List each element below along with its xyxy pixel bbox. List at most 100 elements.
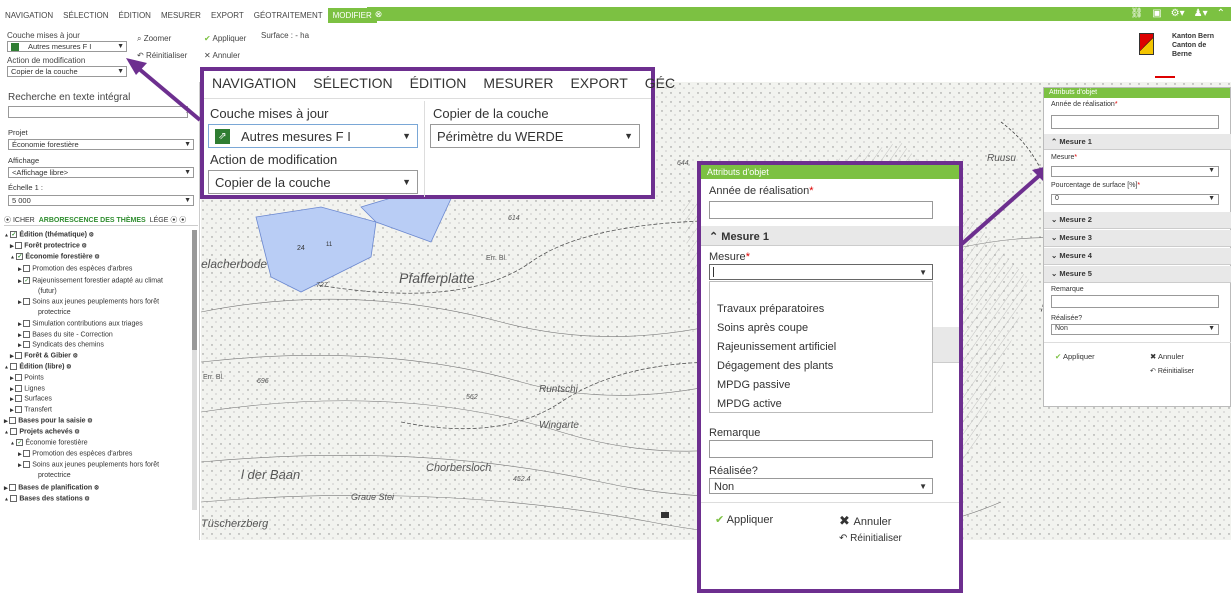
- gear-icon[interactable]: ⚙: [93, 254, 99, 260]
- remark-input[interactable]: [709, 440, 933, 458]
- tree-item[interactable]: ▶ Surfaces: [10, 395, 52, 402]
- menu-geotraitement[interactable]: GÉOTRAITEMENT: [249, 8, 328, 23]
- checkbox-checked[interactable]: ✓: [16, 439, 24, 446]
- tree-item[interactable]: ▶ Bases de planification ⚙: [4, 484, 99, 491]
- zoom-menu-navigation[interactable]: NAVIGATION: [212, 75, 296, 91]
- measure-option[interactable]: Dégagement des plants: [717, 360, 833, 372]
- search-icon[interactable]: ⌕: [186, 105, 192, 116]
- measure-option[interactable]: MPDG active: [717, 398, 782, 410]
- measure1-section[interactable]: ⌃ Mesure 1: [1044, 134, 1231, 150]
- zoom-layer-select[interactable]: ⇗ Autres mesures F I ▼: [208, 124, 418, 148]
- tree-item[interactable]: ▶ Bases du site - Correction: [18, 331, 113, 338]
- menu-modifier[interactable]: MODIFIER: [327, 8, 377, 23]
- measure3-section[interactable]: ⌄ Mesure 3: [1044, 230, 1231, 247]
- measure5-section[interactable]: ⌄ Mesure 5: [1044, 266, 1231, 283]
- close-tab-icon[interactable]: ⊗: [373, 8, 385, 23]
- display-select[interactable]: <Affichage libre> ▼: [8, 167, 194, 178]
- menu-selection[interactable]: SÉLECTION: [58, 8, 113, 23]
- measure2-section[interactable]: ⌄ Mesure 2: [1044, 212, 1231, 229]
- tree-item[interactable]: ▶ Points: [10, 374, 44, 381]
- tree-item[interactable]: ▶ Forêt protectrice ⚙: [10, 242, 87, 249]
- tree-item[interactable]: ▶ Bases pour la saisie ⚙: [4, 417, 93, 424]
- checkbox[interactable]: [23, 265, 31, 272]
- tree-item[interactable]: ▶ Soins aux jeunes peuplements hors forê…: [18, 298, 159, 305]
- tree-item[interactable]: protectrice: [38, 309, 71, 316]
- checkbox[interactable]: [15, 406, 23, 413]
- chevron-right-icon[interactable]: ⦿ ⦿: [168, 217, 186, 224]
- tree-item[interactable]: ▲ ✓ Édition (thématique) ⚙: [4, 231, 94, 238]
- tree-item[interactable]: ▶ Simulation contributions aux triages: [18, 320, 143, 327]
- reset-button[interactable]: ↶ Réinitialiser: [1150, 367, 1194, 375]
- checkbox[interactable]: [15, 374, 23, 381]
- done-select[interactable]: Non ▼: [1051, 324, 1219, 335]
- action-select[interactable]: Copier de la couche ▼: [7, 66, 127, 77]
- zoom-button[interactable]: ⌕ Zoomer: [137, 34, 171, 44]
- layer-select[interactable]: Autres mesures F I ▼: [7, 41, 127, 52]
- checkbox[interactable]: [15, 352, 23, 359]
- gear-icon[interactable]: ⚙: [86, 418, 92, 424]
- tree-item[interactable]: ▲ Projets achevés ⚙: [4, 428, 80, 435]
- zoom-menu-selection[interactable]: SÉLECTION: [313, 75, 392, 91]
- checkbox[interactable]: [9, 417, 17, 424]
- year-input[interactable]: [709, 201, 933, 219]
- zoom-copy-select[interactable]: Périmètre du WERDE ▼: [430, 124, 640, 148]
- reset-button[interactable]: ↶ Réinitialiser: [839, 533, 902, 544]
- project-select[interactable]: Économie forestière ▼: [8, 139, 194, 150]
- checkbox-checked[interactable]: ✓: [10, 231, 18, 238]
- tree-item[interactable]: ▶ Promotion des espèces d'arbres: [18, 450, 132, 457]
- measure-select[interactable]: ▼: [1051, 166, 1219, 177]
- measure-option[interactable]: MPDG passive: [717, 379, 790, 391]
- checkbox[interactable]: [15, 395, 23, 402]
- menu-edition[interactable]: ÉDITION: [114, 8, 156, 23]
- checkbox[interactable]: [9, 484, 17, 491]
- checkbox[interactable]: [15, 242, 23, 249]
- gear-icon[interactable]: ⚙: [73, 429, 79, 435]
- tree-item[interactable]: ▶ Soins aux jeunes peuplements hors forê…: [18, 461, 159, 468]
- user-icon[interactable]: ♟▾: [1194, 8, 1208, 19]
- tree-item[interactable]: ▲ Bases des stations ⚙: [4, 495, 90, 502]
- done-select[interactable]: Non ▼: [709, 478, 933, 494]
- cancel-button[interactable]: ✕ Annuler: [204, 51, 240, 60]
- tab-fichier[interactable]: ICHER: [13, 217, 35, 224]
- apply-button[interactable]: ✔ Appliquer: [715, 513, 773, 526]
- measure1-section[interactable]: ⌃ Mesure 1: [701, 226, 959, 246]
- checkbox[interactable]: [23, 461, 31, 468]
- tree-item[interactable]: ▶ Forêt & Gibier ⚙: [10, 352, 78, 359]
- pct-select[interactable]: 0 ▼: [1051, 194, 1219, 205]
- tree-item[interactable]: (futur): [38, 288, 57, 295]
- measure-option[interactable]: Rajeunissement artificiel: [717, 341, 836, 353]
- cancel-button[interactable]: ✖ Annuler: [1150, 352, 1184, 361]
- tab-legende[interactable]: LÉGE: [150, 217, 169, 224]
- apply-button[interactable]: ✔ Appliquer: [1055, 352, 1095, 361]
- measure-select[interactable]: ▼: [709, 264, 933, 280]
- tree-item[interactable]: ▶ Transfert: [10, 406, 52, 413]
- tree-item[interactable]: ▲ ✓ Économie forestière ⚙: [10, 253, 100, 260]
- menu-mesurer[interactable]: MESURER: [156, 8, 206, 23]
- checkbox[interactable]: [23, 450, 31, 457]
- collapse-icon[interactable]: ⌃: [1217, 8, 1225, 19]
- tree-item[interactable]: ▶ ✓ Rajeunissement forestier adapté au cl…: [18, 277, 163, 284]
- measure4-section[interactable]: ⌄ Mesure 4: [1044, 248, 1231, 265]
- gear-icon[interactable]: ⚙: [87, 232, 94, 238]
- gear-icon[interactable]: ⚙: [71, 353, 78, 359]
- checkbox[interactable]: [23, 331, 31, 338]
- tree-item[interactable]: ▶ Promotion des espèces d'arbres: [18, 265, 132, 272]
- checkbox[interactable]: [23, 320, 31, 327]
- save-icon[interactable]: ▣: [1152, 8, 1161, 19]
- tree-item[interactable]: ▶ Syndicats des chemins: [18, 341, 104, 348]
- chevron-left-icon[interactable]: ⦿: [4, 217, 13, 224]
- zoom-menu-export[interactable]: EXPORT: [570, 75, 627, 91]
- checkbox[interactable]: [23, 298, 31, 305]
- tab-arborescence[interactable]: ARBORESCENCE DES THÈMES: [39, 217, 146, 224]
- checkbox[interactable]: [15, 385, 23, 392]
- tree-item[interactable]: ▲ ✓ Économie forestière: [10, 439, 88, 446]
- measure-option[interactable]: Soins après coupe: [717, 322, 808, 334]
- checkbox-checked[interactable]: ✓: [16, 253, 24, 260]
- search-input[interactable]: [8, 106, 188, 118]
- checkbox[interactable]: [23, 341, 31, 348]
- scale-select[interactable]: 5 000 ▼: [8, 195, 194, 206]
- tree-item[interactable]: protectrice: [38, 472, 71, 479]
- measure-option[interactable]: Travaux préparatoires: [717, 303, 824, 315]
- tree-item[interactable]: ▶ Lignes: [10, 385, 45, 392]
- settings-icon[interactable]: ⚙▾: [1171, 8, 1185, 19]
